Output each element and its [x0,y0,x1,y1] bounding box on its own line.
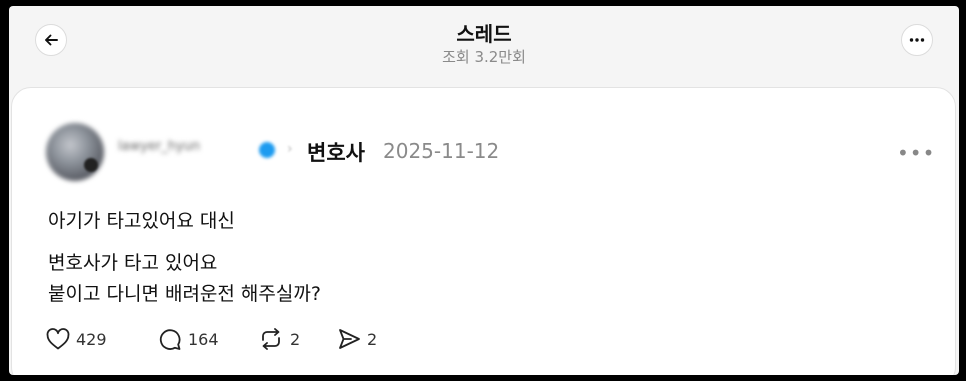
share-count: 2 [367,329,378,349]
topic-tag[interactable]: 변호사 [307,137,365,167]
more-horizontal-icon [909,38,925,42]
like-count: 429 [76,329,107,349]
post-more-button[interactable]: ••• [897,141,935,165]
post-text-line: 아기가 타고있어요 대신 [48,210,235,232]
view-count: 조회 3.2만회 [442,48,526,66]
post-date: 2025-11-12 [383,139,500,163]
repost-button[interactable]: 2 [258,328,300,350]
reply-button[interactable]: 164 [158,328,219,350]
reply-count: 164 [188,329,219,349]
comment-icon [159,329,181,350]
threads-window: 스레드 조회 3.2만회 lawyer_hyun › 변호사 2025-11-1… [9,6,959,375]
top-bar: 스레드 조회 3.2만회 [9,6,959,86]
header-more-button[interactable] [901,24,933,56]
heart-icon [46,328,70,350]
post-text-line: 변호사가 타고 있어요 [48,252,218,274]
repost-icon [262,328,280,350]
page-title: 스레드 [456,22,512,46]
avatar[interactable] [46,123,104,181]
send-icon [339,329,360,349]
username[interactable]: lawyer_hyun [118,139,200,154]
repost-count: 2 [290,329,301,349]
share-button[interactable]: 2 [337,328,377,350]
like-button[interactable]: 429 [46,328,107,350]
separator-chevron-icon: › [287,141,293,157]
post-text-line: 붙이고 다니면 배려운전 해주실까? [48,283,321,305]
avatar-badge [84,158,98,172]
verified-badge-icon [259,142,275,158]
post-card: lawyer_hyun › 변호사 2025-11-12 ••• 아기가 타고있… [11,87,956,375]
